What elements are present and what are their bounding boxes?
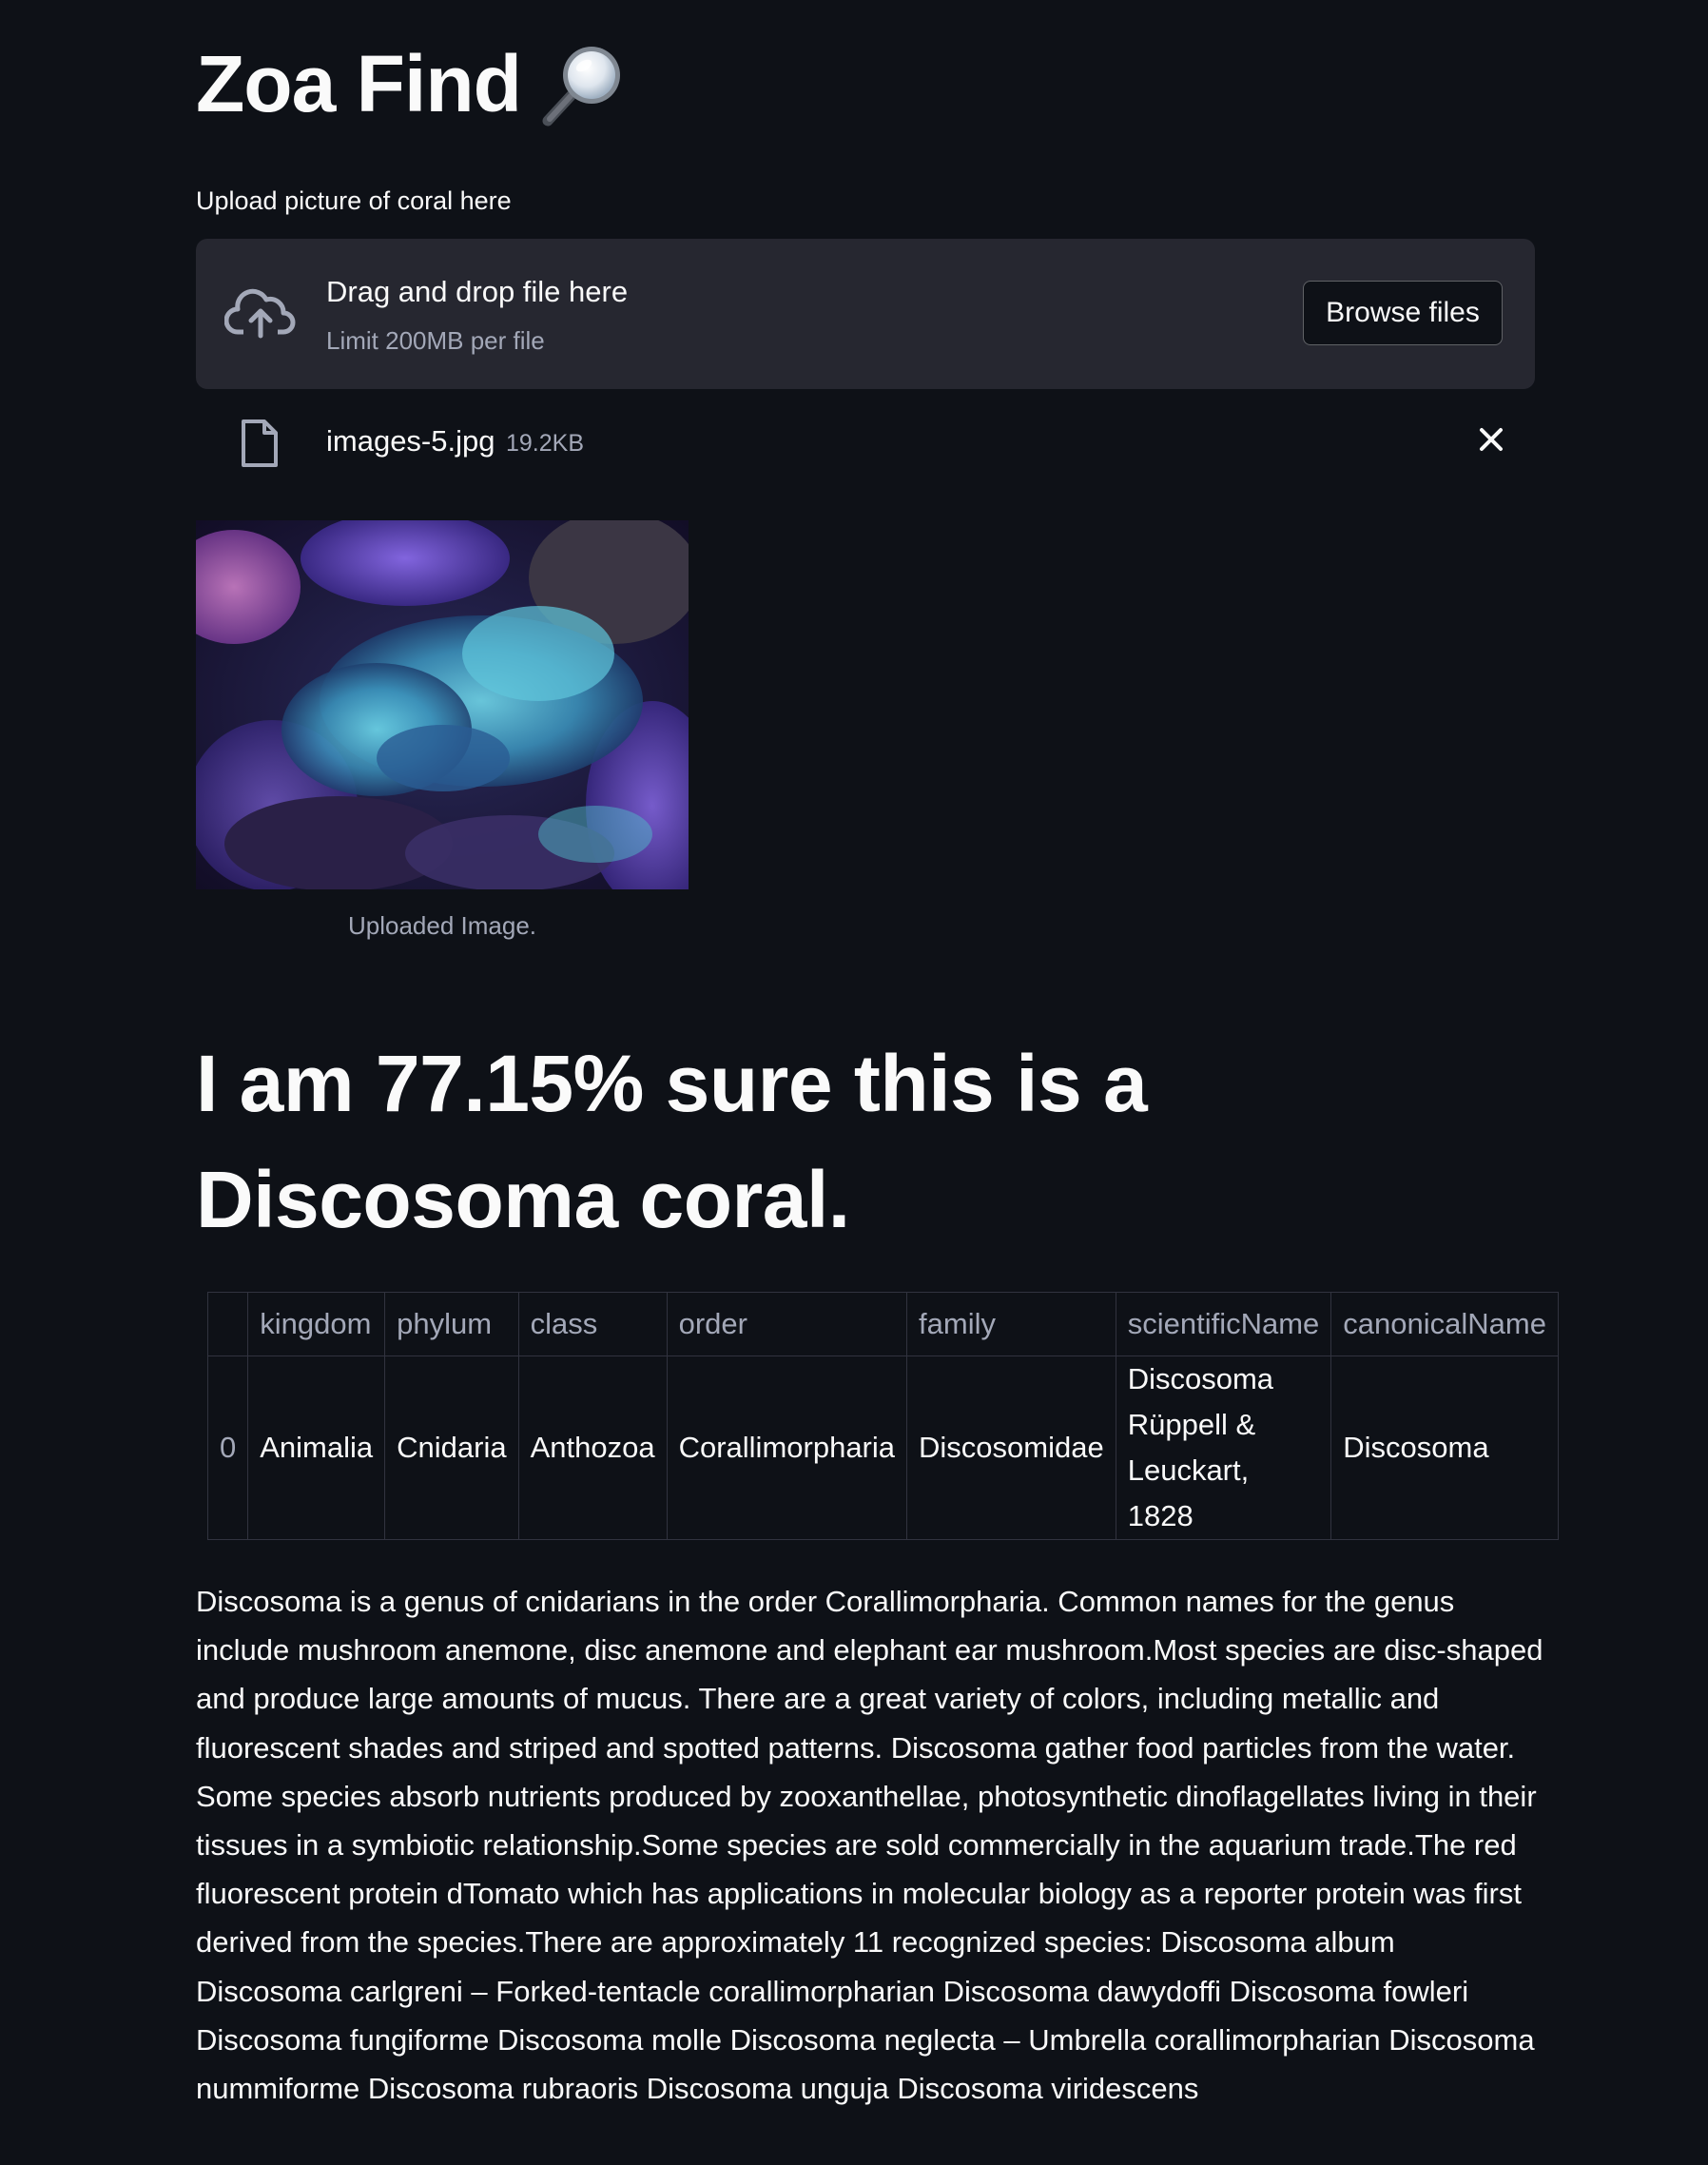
column-header-family: family bbox=[906, 1292, 1116, 1356]
prediction-heading: I am 77.15% sure this is a Discosoma cor… bbox=[196, 1039, 1148, 1244]
cell-scientific-name: Discosoma Rüppell & Leuckart, 1828 bbox=[1115, 1356, 1332, 1540]
uploaded-image bbox=[196, 520, 689, 889]
file-dropzone[interactable]: Drag and drop file here Limit 200MB per … bbox=[196, 239, 1535, 389]
cell-phylum: Cnidaria bbox=[384, 1356, 519, 1540]
column-header-scientific-name: scientificName bbox=[1115, 1292, 1332, 1356]
file-icon bbox=[240, 419, 280, 468]
species-description: Discosoma is a genus of cnidarians in th… bbox=[196, 1585, 1543, 2106]
column-header-canonical-name: canonicalName bbox=[1330, 1292, 1559, 1356]
uploaded-file-row: images-5.jpg 19.2KB bbox=[196, 415, 1535, 474]
file-size: 19.2KB bbox=[506, 430, 585, 457]
column-header-kingdom: kingdom bbox=[247, 1292, 386, 1356]
cell-family: Discosomidae bbox=[906, 1356, 1116, 1540]
cell-class: Anthozoa bbox=[517, 1356, 668, 1540]
cell-kingdom: Animalia bbox=[247, 1356, 386, 1540]
table-row: 0 Animalia Cnidaria Anthozoa Corallimorp… bbox=[206, 1356, 1559, 1540]
close-icon[interactable] bbox=[1472, 420, 1510, 458]
taxonomy-table: kingdom phylum class order family scient… bbox=[206, 1292, 1559, 1540]
dropzone-title: Drag and drop file here bbox=[326, 275, 629, 308]
file-name: images-5.jpg bbox=[326, 424, 495, 458]
uploader-label: Upload picture of coral here bbox=[196, 186, 512, 215]
column-header-index bbox=[206, 1292, 249, 1356]
magnifying-glass-icon bbox=[538, 41, 626, 128]
cell-canonical-name: Discosoma bbox=[1330, 1356, 1559, 1540]
dropzone-limit: Limit 200MB per file bbox=[326, 326, 545, 355]
page-title-text: Zoa Find bbox=[196, 39, 522, 128]
row-index: 0 bbox=[206, 1356, 249, 1540]
cell-order: Corallimorpharia bbox=[666, 1356, 908, 1540]
page-title: Zoa Find bbox=[196, 38, 626, 130]
table-header-row: kingdom phylum class order family scient… bbox=[206, 1292, 1559, 1356]
cloud-upload-icon bbox=[223, 284, 297, 341]
column-header-class: class bbox=[517, 1292, 668, 1356]
column-header-phylum: phylum bbox=[384, 1292, 519, 1356]
column-header-order: order bbox=[666, 1292, 908, 1356]
image-caption: Uploaded Image. bbox=[347, 911, 537, 940]
browse-files-button[interactable]: Browse files bbox=[1303, 281, 1503, 345]
